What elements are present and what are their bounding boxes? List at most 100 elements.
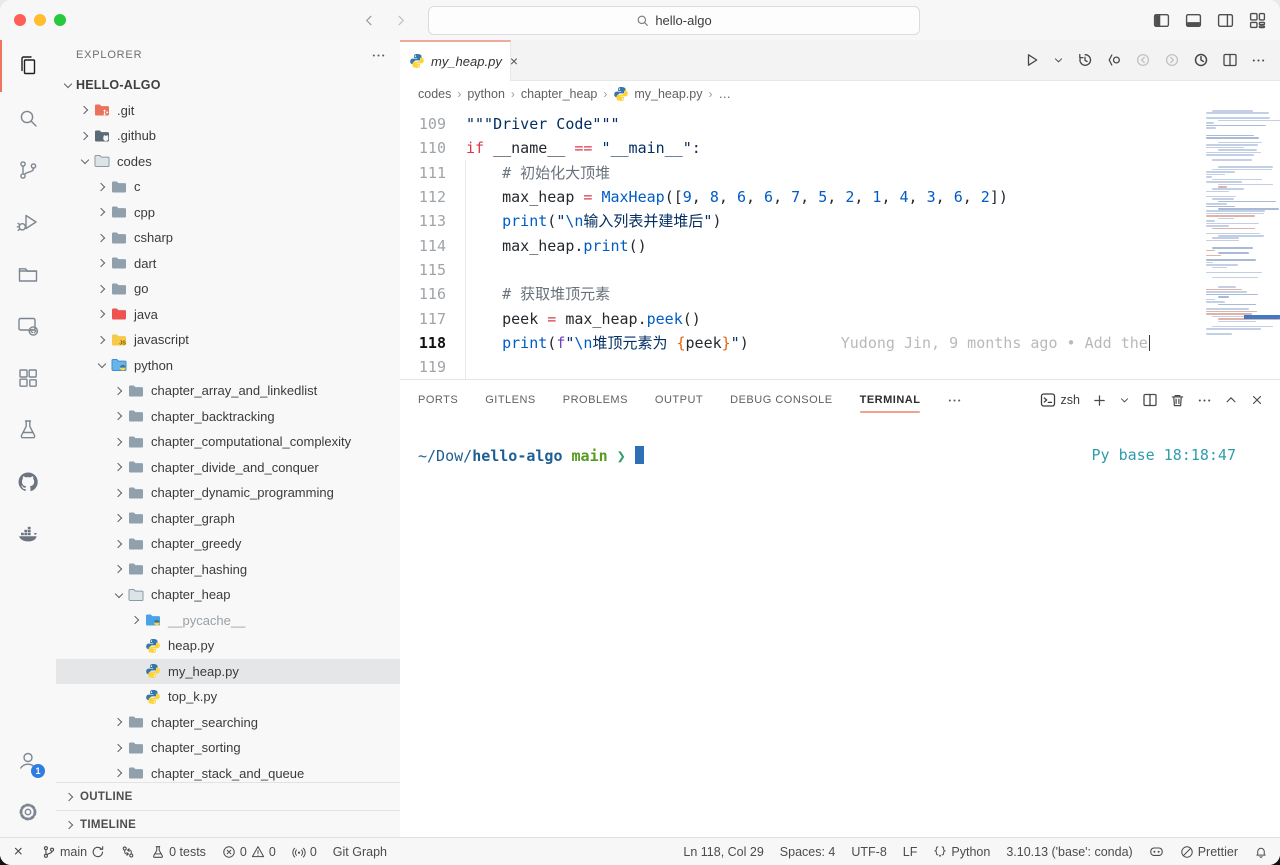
breadcrumb-item[interactable]: chapter_heap [521, 87, 597, 101]
panel-tab-gitlens[interactable]: GITLENS [485, 380, 536, 420]
status-tests[interactable]: 0 tests [151, 845, 206, 859]
activity-item-docker[interactable] [0, 508, 56, 560]
status-prettier[interactable]: Prettier [1180, 845, 1238, 859]
breadcrumb-item[interactable]: codes [418, 87, 451, 101]
split-terminal-icon[interactable] [1142, 392, 1158, 408]
next-change-icon[interactable] [1164, 52, 1180, 68]
tree-item-go[interactable]: go [56, 276, 400, 302]
panel-tab-terminal[interactable]: TERMINAL [860, 380, 921, 420]
activity-item-source-control[interactable] [0, 144, 56, 196]
tree-item-chapter-greedy[interactable]: chapter_greedy [56, 531, 400, 557]
status-cursor-position[interactable]: Ln 118, Col 29 [683, 845, 763, 859]
activity-item-project-folder[interactable] [0, 248, 56, 300]
status-git-compare[interactable] [121, 845, 135, 859]
breadcrumb-item[interactable]: … [718, 87, 731, 101]
tree-item-chapter-graph[interactable]: chapter_graph [56, 506, 400, 532]
outline-section[interactable]: OUTLINE [56, 782, 400, 810]
tree-item-chapter-sorting[interactable]: chapter_sorting [56, 735, 400, 761]
tree-item--github[interactable]: .github [56, 123, 400, 149]
breadcrumb-item[interactable]: my_heap.py [613, 86, 702, 102]
file-history-icon[interactable] [1077, 52, 1093, 68]
terminal-profile[interactable]: zsh [1040, 392, 1080, 408]
command-center-search[interactable]: hello-algo [428, 6, 920, 35]
status-ports[interactable]: 0 [292, 845, 317, 859]
minimap[interactable] [1194, 106, 1280, 344]
code-editor[interactable]: 109"""Driver Code"""110if __name__ == "_… [400, 106, 1280, 379]
activity-item-extensions[interactable] [0, 352, 56, 404]
tree-item-top-k-py[interactable]: top_k.py [56, 684, 400, 710]
tree-item-chapter-searching[interactable]: chapter_searching [56, 710, 400, 736]
activity-item-remote-explorer[interactable] [0, 300, 56, 352]
tree-item-chapter-divide-and-conquer[interactable]: chapter_divide_and_conquer [56, 455, 400, 481]
status-copilot[interactable] [1149, 844, 1164, 859]
panel-more-actions-icon[interactable] [1197, 393, 1212, 408]
activity-item-run-debug[interactable] [0, 196, 56, 248]
panel-more-views-icon[interactable] [947, 393, 962, 408]
tree-item-codes[interactable]: codes [56, 149, 400, 175]
terminal-dropdown-icon[interactable] [1119, 395, 1130, 406]
tree-item-java[interactable]: java [56, 302, 400, 328]
status-language-mode[interactable]: Python [933, 845, 990, 859]
back-icon[interactable] [362, 13, 377, 28]
status-eol[interactable]: LF [903, 845, 918, 859]
tree-item-dart[interactable]: dart [56, 251, 400, 277]
terminal[interactable]: ~/Dow/hello-algo main ❯ Py base 18:18:47 [400, 420, 1280, 465]
tab-my-heap[interactable]: my_heap.py × [400, 40, 511, 80]
tree-item-javascript[interactable]: JSjavascript [56, 327, 400, 353]
status-problems[interactable]: 00 [222, 845, 276, 859]
run-python-file-icon[interactable] [1024, 52, 1040, 68]
new-terminal-icon[interactable] [1092, 393, 1107, 408]
minimize-window-button[interactable] [34, 14, 46, 26]
status-indentation[interactable]: Spaces: 4 [780, 845, 836, 859]
close-window-button[interactable] [14, 14, 26, 26]
panel-tab-ports[interactable]: PORTS [418, 380, 458, 420]
panel-tab-problems[interactable]: PROBLEMS [563, 380, 628, 420]
tree-item-chapter-array-and-linkedlist[interactable]: chapter_array_and_linkedlist [56, 378, 400, 404]
tree-item-chapter-dynamic-programming[interactable]: chapter_dynamic_programming [56, 480, 400, 506]
tree-item-hello-algo[interactable]: HELLO-ALGO [56, 72, 400, 98]
tree-item-cpp[interactable]: cpp [56, 200, 400, 226]
tree-item--pycache-[interactable]: __pycache__ [56, 608, 400, 634]
tree-item-python[interactable]: python [56, 353, 400, 379]
editor-more-actions-icon[interactable] [1251, 53, 1266, 68]
tree-item-chapter-backtracking[interactable]: chapter_backtracking [56, 404, 400, 430]
tree-item-c[interactable]: c [56, 174, 400, 200]
kill-terminal-icon[interactable] [1170, 393, 1185, 408]
toggle-panel-icon[interactable] [1185, 12, 1202, 29]
gitlens-graph-icon[interactable] [1193, 52, 1209, 68]
tree-item-heap-py[interactable]: heap.py [56, 633, 400, 659]
close-panel-icon[interactable] [1250, 393, 1264, 407]
tree-item--git[interactable]: .git [56, 98, 400, 124]
forward-icon[interactable] [393, 13, 408, 28]
zoom-window-button[interactable] [54, 14, 66, 26]
status-encoding[interactable]: UTF-8 [851, 845, 886, 859]
run-dropdown-icon[interactable] [1053, 55, 1064, 66]
toggle-primary-sidebar-icon[interactable] [1153, 12, 1170, 29]
status-remote-indicator[interactable] [12, 845, 26, 859]
tree-item-chapter-stack-and-queue[interactable]: chapter_stack_and_queue [56, 761, 400, 785]
split-editor-icon[interactable] [1222, 52, 1238, 68]
activity-item-testing[interactable] [0, 404, 56, 456]
tree-item-chapter-hashing[interactable]: chapter_hashing [56, 557, 400, 583]
status-git-graph[interactable]: Git Graph [333, 845, 387, 859]
close-tab-icon[interactable]: × [510, 53, 518, 69]
status-notifications[interactable] [1254, 845, 1268, 859]
customize-layout-icon[interactable] [1249, 12, 1266, 29]
panel-tab-output[interactable]: OUTPUT [655, 380, 703, 420]
tree-item-csharp[interactable]: csharp [56, 225, 400, 251]
panel-tab-debug-console[interactable]: DEBUG CONSOLE [730, 380, 832, 420]
activity-item-github[interactable] [0, 456, 56, 508]
maximize-panel-icon[interactable] [1224, 393, 1238, 407]
tree-item-chapter-heap[interactable]: chapter_heap [56, 582, 400, 608]
explorer-more-actions-icon[interactable] [371, 48, 386, 63]
timeline-section[interactable]: TIMELINE [56, 810, 400, 838]
previous-change-icon[interactable] [1135, 52, 1151, 68]
activity-item-explorer[interactable] [0, 40, 56, 92]
toggle-secondary-sidebar-icon[interactable] [1217, 12, 1234, 29]
activity-item-search[interactable] [0, 92, 56, 144]
tree-item-chapter-computational-complexity[interactable]: chapter_computational_complexity [56, 429, 400, 455]
activity-item-settings[interactable] [0, 786, 56, 838]
tree-item-my-heap-py[interactable]: my_heap.py [56, 659, 400, 685]
status-branch-sync[interactable]: main [42, 845, 105, 859]
breadcrumb-item[interactable]: python [467, 87, 505, 101]
